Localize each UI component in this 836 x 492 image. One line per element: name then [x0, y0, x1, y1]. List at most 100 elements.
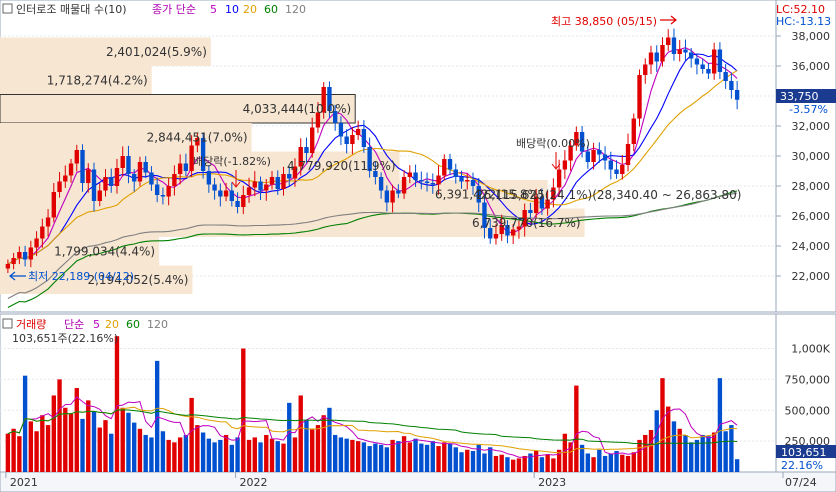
- volume-bar: [143, 434, 148, 472]
- volume-bar: [648, 430, 654, 472]
- volume-bar: [545, 454, 550, 472]
- volume-bar: [74, 388, 79, 472]
- candle-body: [74, 150, 79, 164]
- volume-bar: [384, 447, 390, 472]
- candle-body: [132, 174, 137, 182]
- candle-body: [40, 226, 45, 239]
- volume-bar: [711, 432, 717, 472]
- volume-bar: [734, 459, 740, 472]
- candle-body: [717, 49, 723, 72]
- candle-body: [355, 129, 361, 135]
- volume-bar: [218, 439, 223, 472]
- volume-bar: [597, 449, 602, 472]
- date-tick-label: 07/24: [785, 476, 817, 489]
- price-ma-60: 60: [264, 3, 278, 16]
- legend-toggle-box[interactable]: [2, 3, 13, 14]
- price-tick-label: 28,000: [792, 180, 831, 193]
- candle-body: [648, 52, 654, 65]
- volume-bar: [574, 385, 579, 472]
- price-ma-prefix: 종가 단순: [152, 3, 196, 16]
- volume-bar: [706, 436, 711, 472]
- candle-body: [637, 75, 642, 119]
- price-tick-label: 22,000: [792, 270, 831, 283]
- volume-bar: [17, 436, 22, 472]
- volume-bar: [608, 453, 613, 472]
- volume-bar: [195, 425, 200, 472]
- volume-bar: [493, 455, 499, 472]
- price-tick-label: 30,000: [792, 150, 831, 163]
- candle-body: [97, 190, 102, 201]
- candle-body: [86, 169, 91, 183]
- volume-bar: [298, 395, 303, 472]
- candle-body: [80, 150, 85, 183]
- candle-body: [597, 150, 602, 155]
- candle-body: [177, 163, 183, 174]
- candle-body: [223, 190, 229, 197]
- volume-profile-label: 2,844,451(7.0%): [147, 130, 248, 144]
- volume-bar: [551, 458, 556, 472]
- candle-body: [413, 172, 418, 180]
- price-legend-title: 인터로조 매물대 수(10): [16, 3, 127, 16]
- volume-bar: [671, 421, 677, 472]
- candle-body: [528, 210, 533, 213]
- candle-body: [556, 169, 562, 188]
- candle-body: [212, 184, 217, 191]
- candle-body: [241, 195, 246, 207]
- volume-legend-toggle[interactable]: [2, 318, 13, 329]
- volume-bar: [637, 439, 642, 472]
- candle-body: [57, 181, 62, 192]
- candle-body: [126, 156, 131, 174]
- candle-body: [677, 49, 682, 54]
- candle-body: [172, 174, 177, 186]
- candle-body: [361, 129, 367, 147]
- volume-bar: [132, 422, 137, 472]
- candle-body: [275, 177, 280, 189]
- candle-body: [68, 163, 74, 176]
- volume-bar: [447, 443, 453, 472]
- candle-body: [287, 174, 292, 179]
- candle-body: [643, 64, 648, 75]
- volume-bar: [602, 455, 608, 472]
- price-ma-10: 10: [225, 3, 239, 16]
- volume-tick-label: 500,000: [785, 404, 831, 417]
- low-annotation: 최저 22,189 (04/12): [28, 270, 134, 283]
- candle-body: [229, 190, 234, 201]
- volume-bar: [729, 425, 734, 472]
- hc-label: HC:-13.13: [776, 15, 831, 28]
- volume-bar: [373, 443, 378, 472]
- volume-profile-label: 4,033,444(10.0%): [243, 102, 352, 116]
- volume-bar: [126, 412, 131, 472]
- volume-bar: [51, 395, 56, 472]
- volume-bar: [614, 451, 619, 472]
- candle-body: [585, 151, 591, 162]
- volume-last-value: 103,651주(22.16%): [12, 332, 118, 345]
- price-tick-label: 24,000: [792, 240, 831, 253]
- current-change: -3.57%: [789, 103, 828, 116]
- volume-bar: [91, 411, 97, 472]
- volume-bar: [80, 418, 85, 472]
- date-tick-label: 2022: [240, 476, 268, 489]
- candle-body: [11, 258, 16, 264]
- candle-body: [246, 187, 252, 195]
- volume-bar: [465, 449, 470, 472]
- volume-bar: [539, 457, 545, 472]
- volume-bar: [63, 407, 68, 472]
- volume-bar: [315, 425, 321, 472]
- volume-bar: [522, 455, 527, 472]
- candle-body: [711, 49, 717, 74]
- stock-chart[interactable]: 2,401,024(5.9%) 1,718,274(4.2%) 4,033,444(…: [0, 0, 836, 492]
- volume-bar: [378, 444, 384, 472]
- candle-body: [143, 162, 148, 173]
- candle-body: [671, 37, 677, 54]
- candle-body: [114, 168, 120, 186]
- candle-body: [235, 201, 240, 207]
- volume-bar: [413, 438, 418, 472]
- volume-bar: [344, 438, 349, 472]
- volume-bar: [45, 425, 51, 472]
- volume-bar: [68, 413, 74, 472]
- volume-bar: [700, 434, 705, 472]
- volume-bar: [103, 420, 108, 472]
- date-axis-panel: [0, 471, 836, 492]
- candle-body: [729, 81, 734, 90]
- volume-bar: [177, 437, 183, 472]
